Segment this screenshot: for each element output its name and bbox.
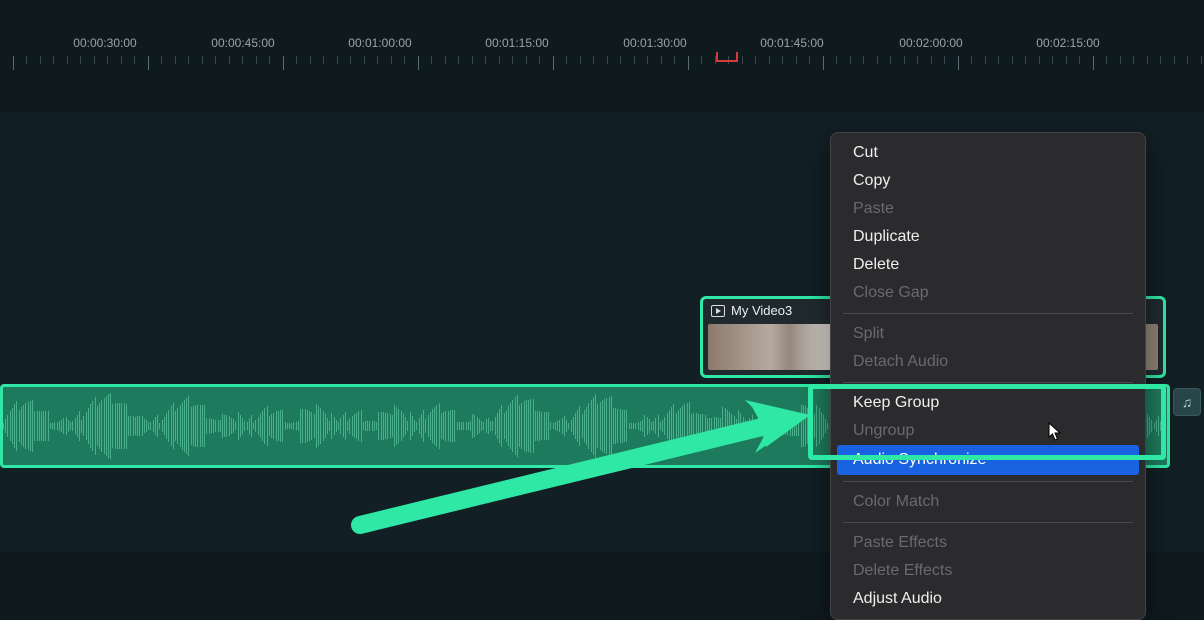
- ruler-label: 00:00:30:00: [73, 36, 136, 50]
- ruler-ticks: [0, 56, 1204, 70]
- menu-duplicate[interactable]: Duplicate: [831, 223, 1145, 251]
- context-menu: Cut Copy Paste Duplicate Delete Close Ga…: [830, 132, 1146, 620]
- clip-label: My Video3: [731, 303, 792, 318]
- ruler-label: 00:02:00:00: [899, 36, 962, 50]
- playhead-marker[interactable]: [716, 56, 738, 62]
- ruler-label: 00:01:45:00: [760, 36, 823, 50]
- ruler-label: 00:01:15:00: [485, 36, 548, 50]
- ruler-label: 00:00:45:00: [211, 36, 274, 50]
- menu-color-match: Color Match: [831, 488, 1145, 516]
- ruler-label: 00:02:15:00: [1036, 36, 1099, 50]
- menu-cut[interactable]: Cut: [831, 139, 1145, 167]
- menu-close-gap: Close Gap: [831, 279, 1145, 307]
- menu-paste: Paste: [831, 195, 1145, 223]
- ruler-label: 00:01:00:00: [348, 36, 411, 50]
- ruler-label: 00:01:30:00: [623, 36, 686, 50]
- music-glyph: ♫: [1182, 394, 1193, 410]
- menu-split: Split: [831, 320, 1145, 348]
- menu-separator: [843, 313, 1133, 314]
- menu-keep-group[interactable]: Keep Group: [831, 389, 1145, 417]
- menu-separator: [843, 522, 1133, 523]
- menu-ungroup: Ungroup: [831, 417, 1145, 445]
- menu-paste-effects: Paste Effects: [831, 529, 1145, 557]
- menu-separator: [843, 481, 1133, 482]
- timeline-ruler[interactable]: 00:00:30:00 00:00:45:00 00:01:00:00 00:01:1…: [0, 36, 1204, 76]
- menu-detach-audio: Detach Audio: [831, 348, 1145, 376]
- music-icon[interactable]: ♫: [1173, 388, 1201, 416]
- menu-delete-effects: Delete Effects: [831, 557, 1145, 585]
- menu-adjust-audio[interactable]: Adjust Audio: [831, 585, 1145, 613]
- menu-audio-synchronize[interactable]: Audio Synchronize: [837, 445, 1139, 475]
- menu-copy[interactable]: Copy: [831, 167, 1145, 195]
- menu-delete[interactable]: Delete: [831, 251, 1145, 279]
- menu-separator: [843, 382, 1133, 383]
- clip-play-icon: [711, 305, 725, 317]
